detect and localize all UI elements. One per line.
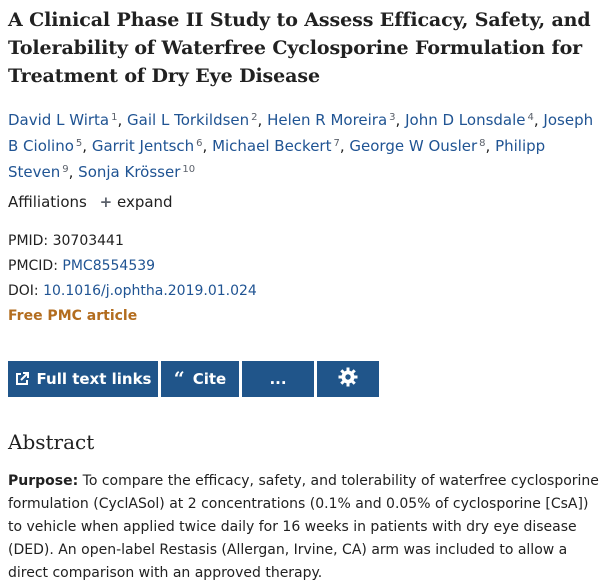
- abstract-heading: Abstract: [8, 430, 95, 454]
- pmcid-link[interactable]: PMC8554539: [62, 258, 155, 274]
- doi-link[interactable]: 10.1016/j.ophtha.2019.01.024: [43, 283, 257, 299]
- plus-icon: +: [99, 193, 113, 211]
- author-link[interactable]: David L Wirta: [8, 111, 109, 129]
- pmid-row: PMID: 30703441: [8, 229, 257, 254]
- pmid-label: PMID:: [8, 233, 49, 249]
- purpose-text: To compare the efficacy, safety, and tol…: [8, 473, 599, 581]
- cite-label: Cite: [192, 370, 227, 388]
- settings-button[interactable]: [317, 361, 379, 397]
- purpose-label: Purpose:: [8, 473, 79, 489]
- affiliation-number[interactable]: 8: [479, 138, 485, 149]
- affiliation-number[interactable]: 2: [251, 112, 257, 123]
- full-text-links-label: Full text links: [36, 370, 152, 388]
- more-actions-button[interactable]: ...: [242, 361, 314, 397]
- affiliation-number[interactable]: 6: [196, 138, 202, 149]
- affiliation-number[interactable]: 7: [333, 138, 339, 149]
- external-link-icon: [15, 372, 29, 386]
- author-link[interactable]: Helen R Moreira: [267, 111, 387, 129]
- action-toolbar: Full text links “ Cite ...: [8, 361, 379, 397]
- affiliation-number[interactable]: 4: [528, 112, 534, 123]
- author-link[interactable]: Gail L Torkildsen: [127, 111, 249, 129]
- quote-icon: “: [173, 368, 185, 390]
- full-text-links-button[interactable]: Full text links: [8, 361, 158, 397]
- affiliation-number[interactable]: 9: [62, 164, 68, 175]
- author-link[interactable]: Sonja Krösser: [78, 163, 180, 181]
- affiliation-number[interactable]: 10: [182, 164, 195, 175]
- affiliation-number[interactable]: 5: [76, 138, 82, 149]
- article-page: A Clinical Phase II Study to Assess Effi…: [0, 0, 607, 583]
- pmid-value: 30703441: [52, 233, 124, 249]
- article-title: A Clinical Phase II Study to Assess Effi…: [8, 9, 591, 87]
- doi-row: DOI: 10.1016/j.ophtha.2019.01.024: [8, 279, 257, 304]
- author-link[interactable]: John D Lonsdale: [405, 111, 525, 129]
- gear-icon: [338, 367, 358, 391]
- author-link[interactable]: Michael Beckert: [212, 137, 331, 155]
- author-link[interactable]: George W Ousler: [349, 137, 477, 155]
- author-list: David L Wirta 1, Gail L Torkildsen 2, Hele…: [8, 111, 594, 181]
- affiliations-toggle[interactable]: Affiliations + expand: [8, 193, 173, 211]
- affiliation-number[interactable]: 3: [389, 112, 395, 123]
- doi-label: DOI:: [8, 283, 39, 299]
- expand-label: expand: [116, 193, 173, 211]
- more-label: ...: [269, 370, 287, 388]
- article-identifiers: PMID: 30703441 PMCID: PMC8554539 DOI: 10…: [8, 229, 257, 329]
- pmcid-row: PMCID: PMC8554539: [8, 254, 257, 279]
- affiliations-label: Affiliations: [8, 193, 87, 211]
- free-pmc-badge: Free PMC article: [8, 308, 138, 324]
- affiliation-number[interactable]: 1: [111, 112, 117, 123]
- author-link[interactable]: Garrit Jentsch: [92, 137, 194, 155]
- abstract-paragraph: Purpose: To compare the efficacy, safety…: [8, 470, 604, 585]
- cite-button[interactable]: “ Cite: [161, 361, 239, 397]
- pmcid-label: PMCID:: [8, 258, 58, 274]
